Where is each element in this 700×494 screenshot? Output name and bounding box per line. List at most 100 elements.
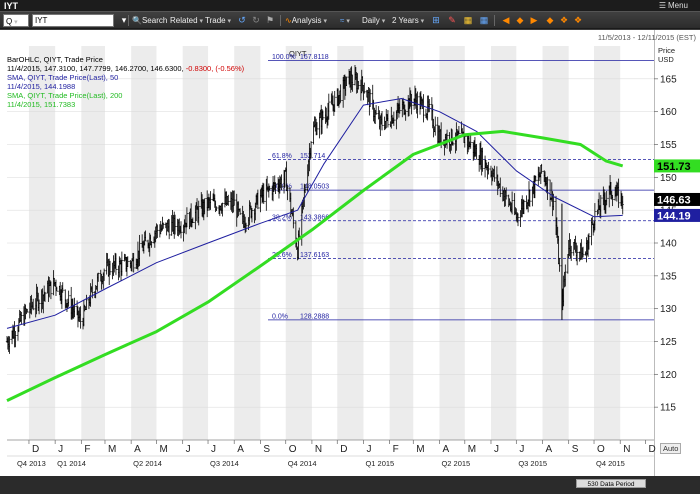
sma50-title: SMA, QIYT, Trade Price(Last), 50 <box>7 73 119 82</box>
x-quarter-label: Q4 2015 <box>596 459 625 468</box>
search-label: Search <box>141 16 168 25</box>
info-bar-title: BarOHLC, QIYT, Trade Price <box>7 55 103 64</box>
fib-percent-label: 100.0% <box>272 54 296 61</box>
currency-label: USD <box>658 55 674 64</box>
x-month-label: M <box>108 444 116 455</box>
menu-button[interactable]: Menu <box>659 0 688 12</box>
y-tick-label: 140 <box>660 239 677 250</box>
x-month-label: M <box>160 444 168 455</box>
x-month-label: N <box>315 444 322 455</box>
toolbar-divider <box>280 15 281 26</box>
axis-badge-label: 144.19 <box>657 210 691 222</box>
grid-icon[interactable]: ▦ <box>478 14 490 27</box>
sma50-value: 11/4/2015, 144.1988 <box>7 82 76 91</box>
x-month-label: F <box>393 444 399 455</box>
x-month-label: S <box>263 444 270 455</box>
change-value: -0.8300, (-0.56%) <box>185 64 245 73</box>
toolbar-divider <box>128 15 129 26</box>
sma200-value: 11/4/2015, 151.7383 <box>7 100 76 109</box>
data-period-button[interactable]: 530 Data Period <box>576 479 646 488</box>
y-tick-label: 155 <box>660 140 677 151</box>
x-month-label: J <box>519 444 524 455</box>
y-tick-label: 125 <box>660 337 677 348</box>
x-month-label: A <box>546 444 553 455</box>
price-axis-title: Price <box>658 46 675 55</box>
search-button[interactable]: 🔍Search <box>132 14 167 27</box>
symbol-type-dropdown[interactable]: Q <box>3 14 29 27</box>
x-month-label: S <box>572 444 579 455</box>
x-month-label: J <box>494 444 499 455</box>
x-month-label: D <box>649 444 656 455</box>
auto-scale-button[interactable]: Auto <box>660 443 682 454</box>
related-dropdown[interactable]: Related <box>170 14 203 27</box>
scroll-left-icon[interactable]: ◀ <box>500 14 512 27</box>
analysis-dropdown[interactable]: ∿Analysis <box>285 14 327 27</box>
window-titlebar: IYT Menu <box>0 0 700 12</box>
window-title: IYT <box>4 1 19 11</box>
x-quarter-label: Q2 2015 <box>441 459 470 468</box>
x-month-label: D <box>340 444 347 455</box>
axis-badge-label: 146.63 <box>657 194 691 206</box>
y-tick-label: 115 <box>660 403 676 414</box>
chart-style-icon: ≈ <box>340 16 345 25</box>
axis-badge-label: 151.73 <box>657 161 691 173</box>
draw-icon[interactable]: ✎ <box>446 14 458 27</box>
trade-dropdown[interactable]: Trade <box>205 14 231 27</box>
x-month-label: J <box>186 444 191 455</box>
y-tick-label: 130 <box>660 304 677 315</box>
y-tick-label: 135 <box>660 271 677 282</box>
range-dropdown[interactable]: 2 Years <box>392 14 424 27</box>
search-icon: 🔍 <box>132 16 142 25</box>
x-month-label: O <box>597 444 605 455</box>
zoom-in-icon[interactable]: ◆ <box>544 14 556 27</box>
y-tick-label: 165 <box>660 74 677 85</box>
x-month-label: O <box>289 444 297 455</box>
y-tick-label: 120 <box>660 370 677 381</box>
fib-value-label: 128.2888 <box>300 313 329 320</box>
fib-percent-label: 0.0% <box>272 313 288 320</box>
crosshair-icon[interactable]: ⊞ <box>430 14 442 27</box>
analysis-label: Analysis <box>291 16 322 25</box>
interval-dropdown[interactable]: Daily <box>362 14 385 27</box>
redo-icon[interactable]: ↻ <box>250 14 262 27</box>
scroll-right-icon[interactable]: ▶ <box>528 14 540 27</box>
undo-icon[interactable]: ↺ <box>236 14 248 27</box>
y-tick-label: 150 <box>660 173 677 184</box>
x-quarter-label: Q1 2014 <box>57 459 86 468</box>
x-month-label: J <box>58 444 63 455</box>
toolbar-divider <box>494 15 495 26</box>
fib-value-label: 137.6163 <box>300 252 329 259</box>
x-quarter-label: Q4 2014 <box>288 459 317 468</box>
date-range: 11/5/2013 - 12/11/2015 (EST) <box>597 33 696 42</box>
x-month-label: N <box>623 444 630 455</box>
analysis-icon: ∿ <box>285 16 292 25</box>
x-quarter-label: Q4 2013 <box>17 459 46 468</box>
chart-style-dropdown[interactable]: ≈ <box>340 14 350 27</box>
pan-icon[interactable]: ❖ <box>558 14 570 27</box>
x-month-label: J <box>211 444 216 455</box>
ohlc-values: 11/4/2015, 147.3100, 147.7799, 146.2700,… <box>7 64 186 73</box>
fib-value-label: 167.8118 <box>300 54 329 61</box>
chart-toolbar: Q ▾ 🔍Search Related Trade ↺ ↻ ⚑ ∿Analysi… <box>0 12 700 29</box>
x-month-label: A <box>134 444 141 455</box>
fib-value-label: 152.714 <box>300 153 325 160</box>
x-quarter-label: Q2 2014 <box>133 459 162 468</box>
sma200-title: SMA, QIYT, Trade Price(Last), 200 <box>7 91 123 100</box>
x-month-label: F <box>84 444 90 455</box>
x-quarter-label: Q3 2014 <box>210 459 239 468</box>
symbol-input[interactable] <box>32 14 114 27</box>
y-tick-label: 160 <box>660 107 677 118</box>
reset-icon[interactable]: ❖ <box>572 14 584 27</box>
x-quarter-label: Q1 2015 <box>365 459 394 468</box>
x-month-label: J <box>366 444 371 455</box>
zoom-out-icon[interactable]: ◆ <box>514 14 526 27</box>
x-month-label: A <box>442 444 449 455</box>
x-month-label: A <box>237 444 244 455</box>
compare-icon[interactable]: ▦ <box>462 14 474 27</box>
x-month-label: M <box>468 444 476 455</box>
x-quarter-label: Q3 2015 <box>518 459 547 468</box>
x-month-label: M <box>416 444 424 455</box>
fib-percent-label: 61.8% <box>272 153 292 160</box>
cursor-icon[interactable]: ⚑ <box>264 14 276 27</box>
x-month-label: D <box>32 444 39 455</box>
